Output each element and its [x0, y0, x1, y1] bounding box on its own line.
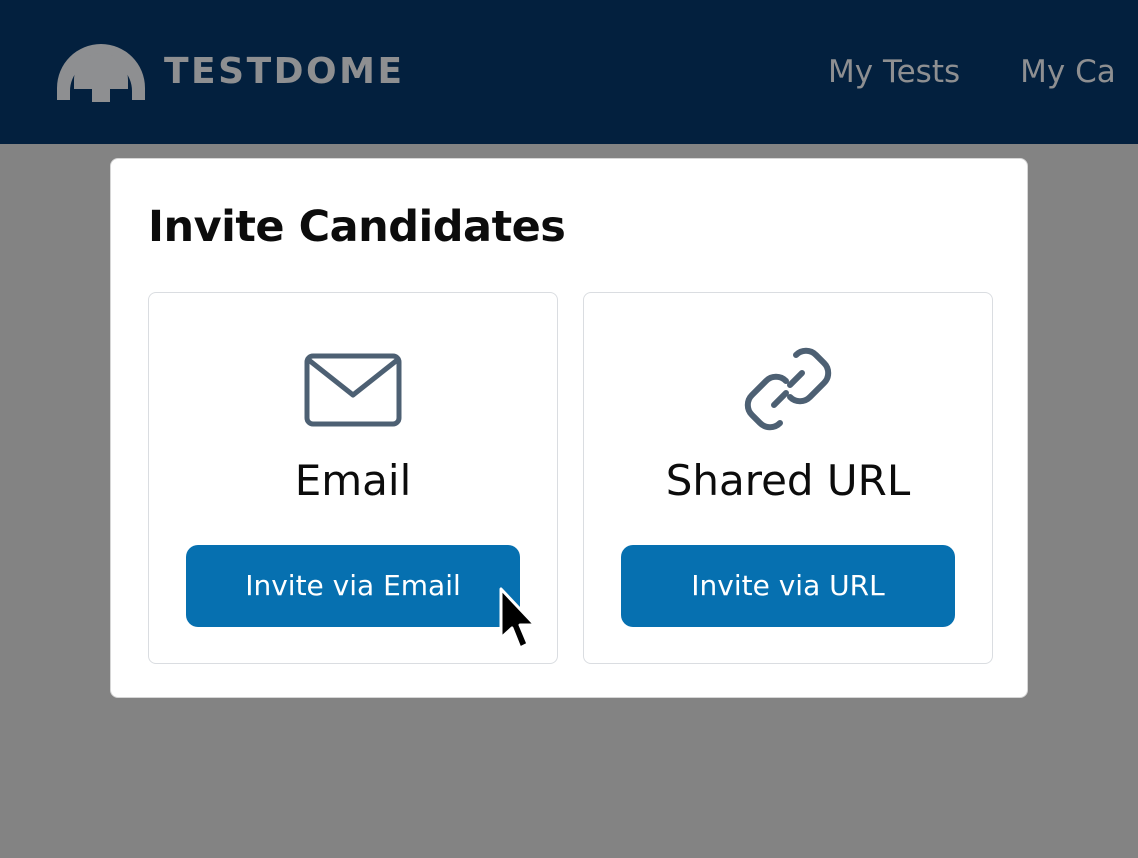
nav-item-my-candidates[interactable]: My Ca: [1020, 52, 1116, 92]
modal-title: Invite Candidates: [148, 202, 566, 252]
logo-text: TESTDOME: [164, 51, 405, 92]
testdome-logo-icon: [57, 44, 145, 102]
email-invite-card: Email Invite via Email: [148, 292, 558, 664]
invite-via-url-button[interactable]: Invite via URL: [621, 545, 955, 627]
testdome-logo[interactable]: TESTDOME: [52, 40, 405, 104]
email-card-label: Email: [294, 456, 412, 505]
invite-candidates-modal: Invite Candidates Email Invite via Email…: [110, 158, 1028, 698]
link-icon: [744, 347, 832, 431]
mouse-pointer-icon: [499, 587, 537, 650]
shared-url-card-label: Shared URL: [665, 456, 911, 505]
top-nav: My Tests My Ca: [828, 52, 1138, 92]
shared-url-invite-card: Shared URL Invite via URL: [583, 292, 993, 664]
invite-via-email-button[interactable]: Invite via Email: [186, 545, 520, 627]
nav-item-my-tests[interactable]: My Tests: [828, 52, 960, 92]
top-header: TESTDOME My Tests My Ca: [0, 0, 1138, 144]
envelope-icon: [304, 353, 402, 427]
